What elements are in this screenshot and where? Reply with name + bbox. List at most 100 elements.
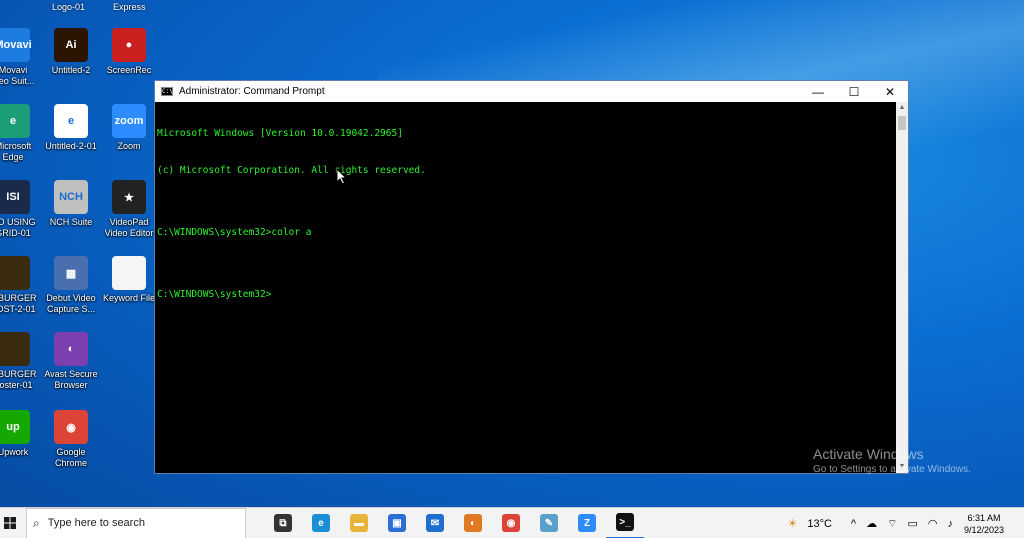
shortcut-icon: zoom: [112, 104, 146, 138]
windows-logo-icon: [4, 517, 16, 529]
desktop-shortcut[interactable]: NCH NCH Suite: [40, 180, 102, 228]
scroll-up-arrow-icon[interactable]: ▲: [896, 102, 908, 114]
clock-date: 9/12/2023: [963, 524, 1004, 535]
file-explorer-icon: ▬: [350, 514, 368, 532]
window-titlebar[interactable]: C:\ Administrator: Command Prompt — ☐ ✕: [155, 81, 908, 102]
mouse-cursor-icon: [336, 168, 348, 185]
taskbar-app-edge[interactable]: e: [302, 508, 340, 538]
chrome-icon: ◉: [502, 514, 520, 532]
volume-icon[interactable]: ♪: [947, 518, 953, 530]
desktop-label-logo: Logo-01: [52, 2, 86, 12]
close-button[interactable]: ✕: [872, 81, 908, 102]
shortcut-label: VideoPad Video Editor: [104, 217, 154, 238]
desktop-shortcut[interactable]: ▦ Debut Video Capture S...: [40, 256, 102, 315]
taskbar-app-file-explorer[interactable]: ▬: [340, 508, 378, 538]
desktop-shortcut[interactable]: ◐ Avast Secure Browser: [40, 332, 102, 391]
shortcut-label: Microsoft Edge: [0, 141, 32, 162]
scroll-thumb[interactable]: [898, 116, 906, 130]
shortcut-icon: e: [0, 104, 30, 138]
shortcut-icon: up: [0, 410, 30, 444]
desktop-shortcut[interactable]: e Microsoft Edge: [0, 104, 44, 163]
desktop-shortcut[interactable]: ★ VideoPad Video Editor: [98, 180, 160, 239]
start-button[interactable]: [0, 508, 20, 538]
command-prompt-window[interactable]: C:\ Administrator: Command Prompt — ☐ ✕ …: [154, 80, 909, 474]
wifi-icon[interactable]: ◠: [928, 517, 938, 530]
edge-icon: e: [312, 514, 330, 532]
shortcut-label: Upwork: [0, 447, 29, 457]
shortcut-label: V BURGER POST-2-01: [0, 293, 37, 314]
clock-time: 6:31 AM: [967, 512, 1001, 523]
shortcut-label: Movavi ideo Suit...: [0, 65, 35, 86]
taskbar-app-store[interactable]: ▣: [378, 508, 416, 538]
shortcut-label: Zoom: [117, 141, 141, 151]
shortcut-label: Untitled-2: [51, 65, 91, 75]
shortcut-icon: Ai: [54, 28, 88, 62]
taskbar-app-zoom[interactable]: Z: [568, 508, 606, 538]
weather-temperature[interactable]: 13°C: [807, 518, 832, 530]
system-tray: ☀ 13°C ^ ☁ ⌔ ▭ ◠ ♪ 6:31 AM 9/12/2023: [782, 508, 1024, 538]
shortcut-label: ScreenRec: [106, 65, 152, 75]
shortcut-label: Debut Video Capture S...: [46, 293, 96, 314]
console-output[interactable]: Microsoft Windows [Version 10.0.19042.29…: [155, 102, 896, 473]
desktop-shortcut[interactable]: V BURGER POST-2-01: [0, 256, 44, 315]
desktop-shortcut[interactable]: zoom Zoom: [98, 104, 160, 152]
shortcut-icon: ★: [112, 180, 146, 214]
shortcut-icon: Movavi: [0, 28, 32, 62]
activation-watermark: Activate Windows Go to Settings to activ…: [813, 446, 971, 475]
avast-icon: ◐: [464, 514, 482, 532]
shortcut-label: Keyword File: [102, 293, 156, 303]
window-title: Administrator: Command Prompt: [179, 86, 325, 97]
console-line: C:\WINDOWS\system32>color a: [157, 227, 312, 239]
shortcut-icon: ◐: [54, 332, 88, 366]
desktop-shortcut[interactable]: e Untitled-2-01: [40, 104, 102, 152]
onedrive-cloud-icon[interactable]: ☁: [866, 517, 877, 530]
desktop-shortcut[interactable]: ISI GO USING GRID-01: [0, 180, 44, 239]
command-prompt-icon: >_: [616, 513, 634, 531]
shortcut-label: V BURGER Poster-01: [0, 369, 37, 390]
shortcut-icon: ▦: [54, 256, 88, 290]
desktop-shortcut[interactable]: Movavi Movavi ideo Suit...: [0, 28, 44, 87]
vertical-scrollbar[interactable]: ▲ ▼: [896, 102, 908, 473]
desktop-shortcut[interactable]: up Upwork: [0, 410, 44, 458]
shortcut-icon: [112, 256, 146, 290]
taskbar: ⌕ Type here to search ⧉ e ▬ ▣ ✉ ◐ ◉ ✎ Z >_ ☀ 13°C…: [0, 507, 1024, 538]
watermark-subtitle: Go to Settings to activate Windows.: [813, 464, 971, 475]
taskbar-clock[interactable]: 6:31 AM 9/12/2023: [964, 512, 1004, 536]
desktop-shortcut[interactable]: ◉ Google Chrome: [40, 410, 102, 469]
shortcut-icon: [0, 256, 30, 290]
desktop-shortcut[interactable]: Keyword File: [98, 256, 160, 304]
shortcut-icon: NCH: [54, 180, 88, 214]
weather-icon[interactable]: ☀: [787, 517, 797, 530]
desktop-shortcut[interactable]: ● ScreenRec: [98, 28, 160, 76]
shortcut-label: GO USING GRID-01: [0, 217, 36, 238]
taskbar-app-mail[interactable]: ✉: [416, 508, 454, 538]
taskbar-app-pen-app[interactable]: ✎: [530, 508, 568, 538]
shortcut-icon: ●: [112, 28, 146, 62]
shortcut-icon: ISI: [0, 180, 30, 214]
console-line: Microsoft Windows [Version 10.0.19042.29…: [157, 127, 403, 139]
shortcut-label: Google Chrome: [54, 447, 87, 468]
taskbar-search-box[interactable]: ⌕ Type here to search: [26, 507, 246, 538]
shortcut-label: Untitled-2-01: [45, 141, 97, 151]
console-line: (c) Microsoft Corporation. All rights re…: [157, 165, 426, 177]
maximize-button[interactable]: ☐: [836, 81, 872, 102]
desktop-shortcut[interactable]: V BURGER Poster-01: [0, 332, 44, 391]
desktop-shortcut[interactable]: Ai Untitled-2: [40, 28, 102, 76]
watermark-title: Activate Windows: [813, 446, 924, 462]
shortcut-label: NCH Suite: [49, 217, 93, 227]
task-view-icon: ⧉: [274, 514, 292, 532]
console-prompt-line: C:\WINDOWS\system32>: [157, 289, 272, 301]
network-icon[interactable]: ⌔: [887, 517, 897, 531]
taskbar-app-command-prompt[interactable]: >_: [606, 508, 644, 538]
battery-icon[interactable]: ▭: [907, 517, 917, 530]
chevron-up-icon[interactable]: ^: [851, 518, 856, 530]
cmd-app-icon: C:\: [161, 87, 173, 96]
minimize-button[interactable]: —: [800, 81, 836, 102]
shortcut-icon: [0, 332, 30, 366]
taskbar-app-chrome[interactable]: ◉: [492, 508, 530, 538]
zoom-icon: Z: [578, 514, 596, 532]
taskbar-app-task-view[interactable]: ⧉: [264, 508, 302, 538]
taskbar-app-avast[interactable]: ◐: [454, 508, 492, 538]
search-icon: ⌕: [33, 515, 40, 530]
mail-icon: ✉: [426, 514, 444, 532]
